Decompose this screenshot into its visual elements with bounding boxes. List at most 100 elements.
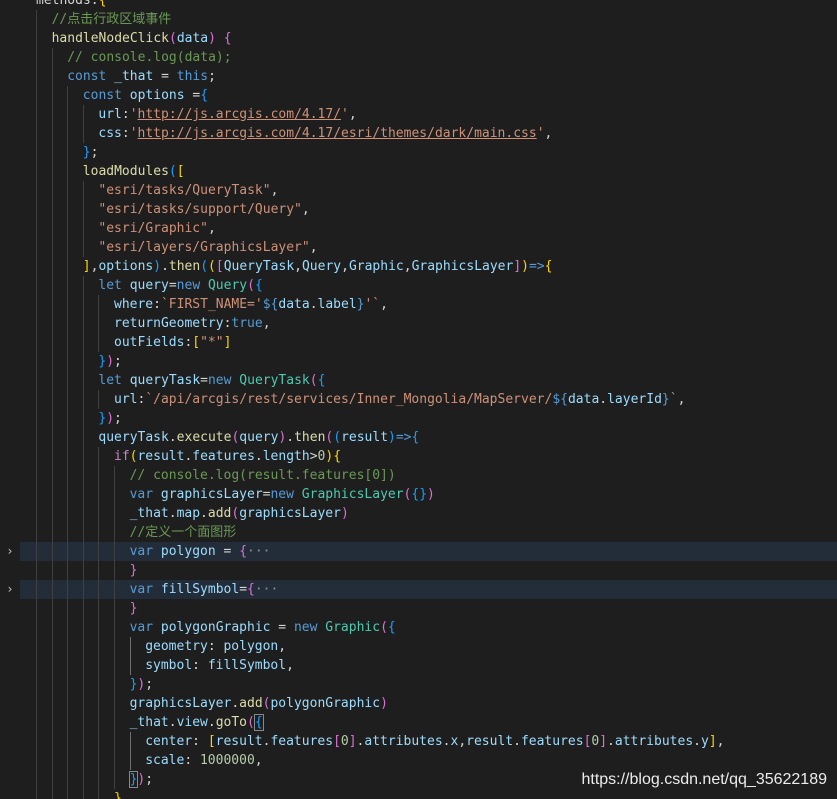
code-line[interactable]: });	[20, 352, 837, 371]
code-line[interactable]: }	[20, 561, 837, 580]
code-token: (	[333, 430, 342, 445]
code-token: //点击行政区域事件	[51, 12, 172, 27]
code-line[interactable]: url:`/api/arcgis/rest/services/Inner_Mon…	[20, 390, 837, 409]
code-editor[interactable]: methods:{ //点击行政区域事件 handleNodeClick(data)…	[0, 0, 837, 799]
code-token: ,	[544, 126, 553, 141]
code-token: =	[200, 373, 208, 388]
code-area[interactable]: methods:{ //点击行政区域事件 handleNodeClick(data)…	[8, 0, 837, 799]
code-line[interactable]: scale: 1000000,	[20, 751, 837, 770]
code-line[interactable]: loadModules([	[20, 162, 837, 181]
code-line[interactable]: "esri/tasks/QueryTask",	[20, 181, 837, 200]
code-line[interactable]: ],options).then(([QueryTask,Query,Graphi…	[20, 257, 837, 276]
code-token: add	[207, 506, 232, 521]
code-line[interactable]: › var polygon = {···	[8, 542, 837, 561]
code-line[interactable]: let queryTask=new QueryTask({	[20, 371, 837, 390]
code-text: const options ={	[83, 86, 208, 105]
code-token: .	[168, 430, 177, 445]
code-line[interactable]: returnGeometry:true,	[20, 314, 837, 333]
code-token: execute	[176, 430, 232, 445]
code-line[interactable]: "esri/Graphic",	[20, 219, 837, 238]
code-line[interactable]: if(result.features.length>0){	[20, 447, 837, 466]
code-line[interactable]: _that.view.goTo({	[20, 713, 837, 732]
code-token: .	[513, 734, 521, 749]
code-token: }	[129, 601, 138, 616]
code-token: ${	[552, 392, 568, 407]
code-token: "esri/Graphic"	[98, 221, 208, 236]
code-line[interactable]: }	[20, 599, 837, 618]
indent-guide	[82, 276, 84, 799]
code-token: .	[161, 259, 169, 274]
code-token: )	[427, 487, 435, 502]
code-token: options	[129, 88, 185, 103]
code-token: )	[340, 506, 349, 521]
code-token: Query	[207, 278, 248, 293]
code-line[interactable]: const _that = this;	[20, 67, 837, 86]
indent-guide	[129, 637, 131, 675]
code-line[interactable]: }	[20, 789, 837, 799]
code-token: result	[466, 734, 514, 749]
code-token: )	[153, 259, 162, 274]
code-token: ]	[513, 259, 522, 274]
code-line[interactable]: "esri/tasks/support/Query",	[20, 200, 837, 219]
code-token: .	[254, 449, 263, 464]
code-line[interactable]: outFields:["*"]	[20, 333, 837, 352]
code-line[interactable]: geometry: polygon,	[20, 637, 837, 656]
code-line[interactable]: };	[20, 143, 837, 162]
code-line[interactable]: url:'http://js.arcgis.com/4.17/',	[20, 105, 837, 124]
code-text: scale: 1000000,	[145, 751, 262, 770]
code-token: )	[106, 354, 115, 369]
code-token: scale	[145, 753, 185, 768]
code-token: result	[137, 449, 185, 464]
fold-chevron-icon[interactable]: ›	[3, 580, 17, 599]
code-text: methods:{	[36, 0, 106, 10]
code-line[interactable]: // console.log(data);	[20, 48, 837, 67]
code-token: (	[231, 506, 240, 521]
code-line[interactable]: where:`FIRST_NAME='${data.label}'`,	[20, 295, 837, 314]
code-line[interactable]: // console.log(result.features[0])	[20, 466, 837, 485]
code-text: const _that = this;	[67, 67, 216, 86]
code-token: symbol	[145, 658, 193, 673]
code-token: query	[239, 430, 279, 445]
code-line[interactable]: var polygonGraphic = new Graphic({	[20, 618, 837, 637]
code-line[interactable]: });	[20, 409, 837, 428]
code-text: graphicsLayer.add(polygonGraphic)	[130, 694, 388, 713]
code-text: url:`/api/arcgis/rest/services/Inner_Mon…	[114, 390, 685, 409]
code-line[interactable]: const options ={	[20, 86, 837, 105]
code-token: returnGeometry	[114, 316, 224, 331]
code-line[interactable]: var graphicsLayer=new GraphicsLayer({})	[20, 485, 837, 504]
code-token: {	[411, 430, 420, 445]
code-token: var	[129, 620, 154, 635]
code-line[interactable]: symbol: fillSymbol,	[20, 656, 837, 675]
code-token: {	[333, 449, 342, 464]
code-token: length	[262, 449, 310, 464]
code-token: graphicsLayer	[129, 696, 232, 711]
code-line[interactable]: let query=new Query({	[20, 276, 837, 295]
code-token: ,	[309, 240, 318, 255]
code-line[interactable]: "esri/layers/GraphicsLayer",	[20, 238, 837, 257]
code-line[interactable]: });	[20, 675, 837, 694]
code-token: ,	[254, 753, 263, 768]
code-token: `/api/arcgis/rest/services/Inner_Mongoli…	[145, 392, 553, 407]
code-token: .	[168, 506, 177, 521]
code-line[interactable]: _that.map.add(graphicsLayer)	[20, 504, 837, 523]
code-line[interactable]: queryTask.execute(query).then((result)=>…	[20, 428, 837, 447]
code-text: //定义一个面图形	[130, 523, 237, 542]
code-line[interactable]: methods:{	[20, 0, 837, 10]
fold-chevron-icon[interactable]: ›	[3, 542, 17, 561]
code-token: result	[341, 430, 389, 445]
code-token: QueryTask	[239, 373, 310, 388]
code-line[interactable]: css:'http://js.arcgis.com/4.17/esri/them…	[20, 124, 837, 143]
code-line[interactable]: graphicsLayer.add(polygonGraphic)	[20, 694, 837, 713]
code-token: ,	[348, 107, 357, 122]
code-line[interactable]: //定义一个面图形	[20, 523, 837, 542]
code-token: _that	[114, 69, 154, 84]
code-line[interactable]: center: [result.features[0].attributes.x…	[20, 732, 837, 751]
code-token: ]	[223, 335, 232, 350]
code-line[interactable]: handleNodeClick(data) {	[20, 29, 837, 48]
code-line[interactable]: //点击行政区域事件	[20, 10, 837, 29]
code-token: query	[129, 278, 169, 293]
code-line[interactable]: › var fillSymbol={···	[8, 580, 837, 599]
